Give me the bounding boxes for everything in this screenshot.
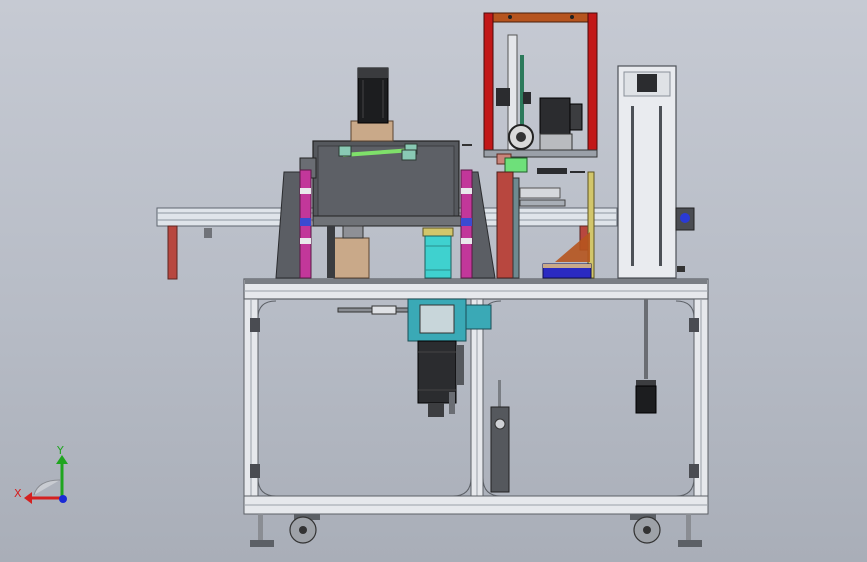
x-axis-arrowhead: [24, 492, 32, 504]
y-axis-label: Y: [56, 444, 64, 457]
under-table-drive: [337, 298, 492, 417]
table-top: [243, 278, 709, 300]
casters: [250, 514, 702, 547]
z-axis-dot: [59, 495, 67, 503]
vertical-slide: [490, 380, 510, 493]
machine-assembly-drawing: Y X: [14, 12, 709, 547]
x-axis-label: X: [14, 487, 22, 500]
top-motor: [350, 67, 394, 142]
red-upper-frame: [483, 12, 598, 173]
cad-viewport[interactable]: Y X: [0, 0, 867, 562]
triad-plane: [33, 479, 61, 496]
lower-housing-parts: [327, 225, 454, 279]
electrical-cabinet: [617, 65, 695, 279]
axis-triad: Y X: [14, 444, 68, 504]
hanging-actuator: [635, 299, 657, 414]
main-housing: [299, 140, 472, 227]
